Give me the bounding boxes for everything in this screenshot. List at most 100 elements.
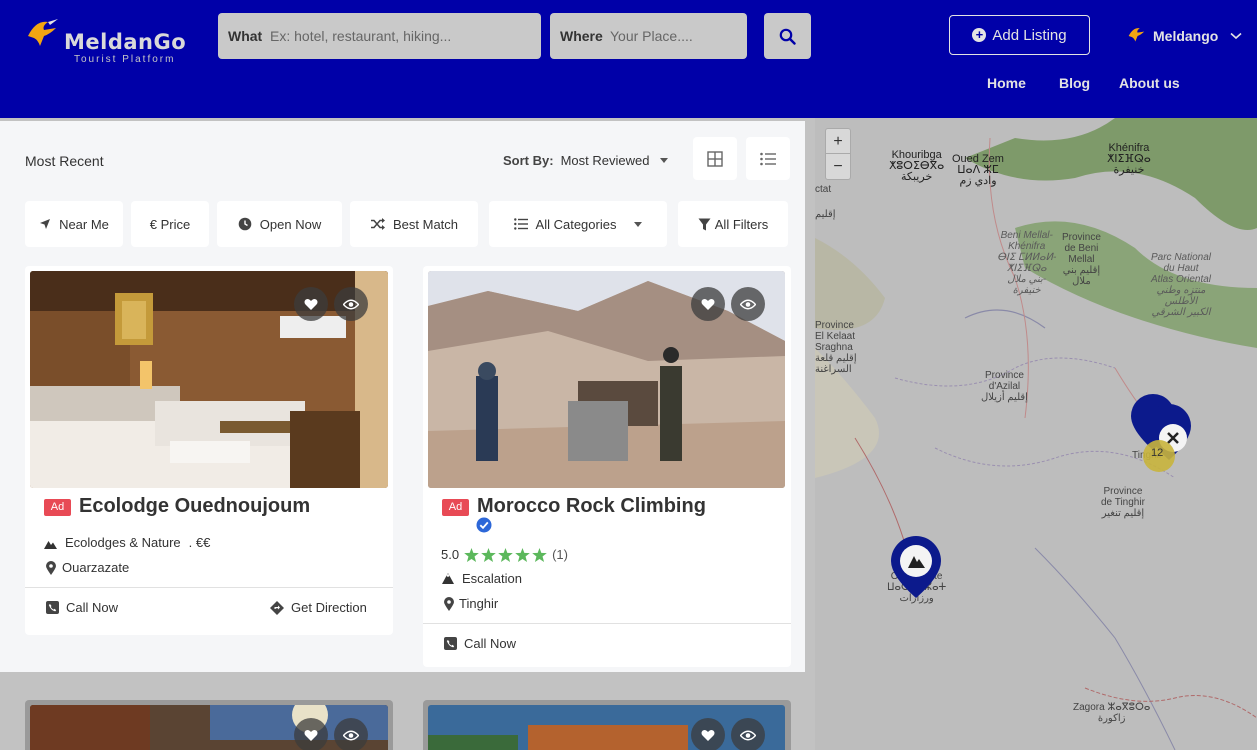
listing-card-ecolodge[interactable]: Ad Ecolodge Ouednoujoum Ecolodges & Natu… <box>25 266 393 635</box>
map-view[interactable]: + − Khénifra ⵅⵏⵉⴼⵕⴰ خنيفرة Khouribga ⵅⵓⵔⵉⴱⴳ… <box>815 118 1257 750</box>
listing-rating: 5.0 (1) <box>441 547 568 562</box>
rating-value: 5.0 <box>441 547 460 562</box>
eye-icon <box>343 730 359 740</box>
rating-count: (1) <box>552 547 568 562</box>
add-listing-button[interactable]: + Add Listing <box>949 15 1090 55</box>
list-view-button[interactable] <box>746 137 790 180</box>
call-now-label: Call Now <box>66 600 119 615</box>
listing-image-partial[interactable] <box>30 705 388 750</box>
plus-circle-icon: + <box>972 28 987 42</box>
caret-down-icon <box>660 158 669 163</box>
location-label: Tinghir <box>459 596 499 611</box>
call-now-label: Call Now <box>464 636 517 651</box>
nav-blog[interactable]: Blog <box>1059 75 1090 91</box>
favorite-button[interactable] <box>294 718 328 750</box>
listing-title[interactable]: Ecolodge Ouednoujoum <box>79 495 310 518</box>
quick-view-button[interactable] <box>334 287 368 321</box>
what-label: What <box>228 28 263 44</box>
filter-price[interactable]: € Price <box>131 201 209 247</box>
quick-view-button[interactable] <box>334 718 368 750</box>
filter-open-now-label: Open Now <box>259 216 322 232</box>
listing-title[interactable]: Morocco Rock Climbing <box>477 495 706 518</box>
sort-dropdown[interactable]: Sort By: Most Reviewed <box>503 153 669 168</box>
listing-card-partial[interactable] <box>25 700 393 750</box>
star-icon <box>498 547 513 562</box>
phone-icon <box>444 637 457 650</box>
map-label: Khénifra ⵅⵏⵉⴼⵕⴰ خنيفرة <box>1107 142 1151 176</box>
grid-icon <box>707 150 723 167</box>
where-label: Where <box>560 28 603 44</box>
filter-near-me-label: Near Me <box>59 216 109 232</box>
brand-name: MeldanGo <box>64 30 187 54</box>
list-icon <box>513 218 528 230</box>
location-arrow-icon <box>40 219 51 229</box>
sort-value: Most Reviewed <box>560 153 650 168</box>
listing-image-rock-climbing[interactable] <box>428 271 785 488</box>
ad-badge: Ad <box>442 499 469 516</box>
listing-card-rock-climbing[interactable]: Ad Morocco Rock Climbing 5.0 (1) Escalat… <box>423 266 791 667</box>
eye-icon <box>343 299 359 309</box>
funnel-icon <box>698 218 711 230</box>
category-label: Ecolodges & Nature <box>65 535 181 550</box>
map-marker-cluster[interactable] <box>1131 394 1203 478</box>
map-label: Province d'Azilal إقليم أزيلال <box>981 370 1028 403</box>
filter-all-filters[interactable]: All Filters <box>678 201 788 247</box>
listing-location: Tinghir <box>444 596 498 611</box>
quick-view-button[interactable] <box>731 287 765 321</box>
listing-card-partial[interactable] <box>423 700 791 750</box>
hummingbird-logo-icon <box>28 19 58 46</box>
filter-all-filters-label: All Filters <box>714 216 769 232</box>
listing-image-ecolodge[interactable] <box>30 271 388 488</box>
eye-icon <box>740 730 756 740</box>
direction-diamond-icon <box>270 600 284 615</box>
what-input[interactable] <box>270 22 532 50</box>
nav-home[interactable]: Home <box>987 75 1026 91</box>
list-icon <box>760 152 776 165</box>
favorite-button[interactable] <box>691 287 725 321</box>
heart-icon <box>701 298 715 310</box>
search-button[interactable] <box>764 13 811 59</box>
site-header: MeldanGo Tourist Platform What Where + A… <box>0 0 1257 118</box>
star-icon <box>515 547 530 562</box>
cluster-count[interactable]: 12 <box>1151 448 1163 459</box>
listings-panel: Most Recent Sort By: Most Reviewed Near … <box>0 118 815 750</box>
card-divider <box>25 587 393 588</box>
brand-logo[interactable]: MeldanGo Tourist Platform <box>26 16 206 68</box>
caret-down-icon <box>634 221 643 227</box>
user-menu[interactable]: Meldango <box>1127 25 1242 47</box>
heart-icon <box>304 298 318 310</box>
map-label: Beni Mellal- Khénifra ⴱⵏⵉ ⵎⵍⵍⴰⵍ- ⵅⵏⵉⴼⵕⴰ بني … <box>997 230 1057 296</box>
call-now-button[interactable]: Call Now <box>46 600 118 615</box>
map-label: Province de Beni Mellal إقليم بني ملال <box>1062 232 1101 287</box>
shuffle-icon <box>370 218 385 230</box>
quick-view-button[interactable] <box>731 718 765 750</box>
listing-image-partial[interactable] <box>428 705 785 750</box>
filter-all-categories[interactable]: All Categories <box>489 201 667 247</box>
user-avatar-bird-icon <box>1128 28 1145 42</box>
favorite-button[interactable] <box>691 718 725 750</box>
map-label: Province de Tinghir إقليم تنغير <box>1101 486 1145 519</box>
favorite-button[interactable] <box>294 287 328 321</box>
clock-icon <box>238 217 252 231</box>
map-label: ctat إقليم <box>815 184 836 220</box>
nav-about-us[interactable]: About us <box>1119 75 1180 91</box>
get-direction-label: Get Direction <box>291 600 367 615</box>
verified-badge-icon <box>476 517 492 533</box>
map-label: Khouribga ⵅⵓⵔⵉⴱⴳⴰ خريبكة <box>889 149 945 183</box>
zoom-controls: + − <box>825 128 851 180</box>
chevron-down-icon <box>1230 32 1242 40</box>
call-now-button[interactable]: Call Now <box>444 636 516 651</box>
filter-near-me[interactable]: Near Me <box>25 201 123 247</box>
filter-best-match[interactable]: Best Match <box>350 201 478 247</box>
grid-view-button[interactable] <box>693 137 737 180</box>
where-search-box: Where <box>550 13 747 59</box>
get-direction-button[interactable]: Get Direction <box>270 600 367 615</box>
zoom-out-button[interactable]: − <box>826 154 850 179</box>
zoom-in-button[interactable]: + <box>826 129 850 154</box>
filter-open-now[interactable]: Open Now <box>217 201 342 247</box>
sort-label: Sort By: <box>503 153 554 168</box>
brand-tagline: Tourist Platform <box>74 54 176 65</box>
location-label: Ouarzazate <box>62 560 130 575</box>
map-marker-ecolodge[interactable] <box>891 536 941 598</box>
where-input[interactable] <box>610 22 740 50</box>
